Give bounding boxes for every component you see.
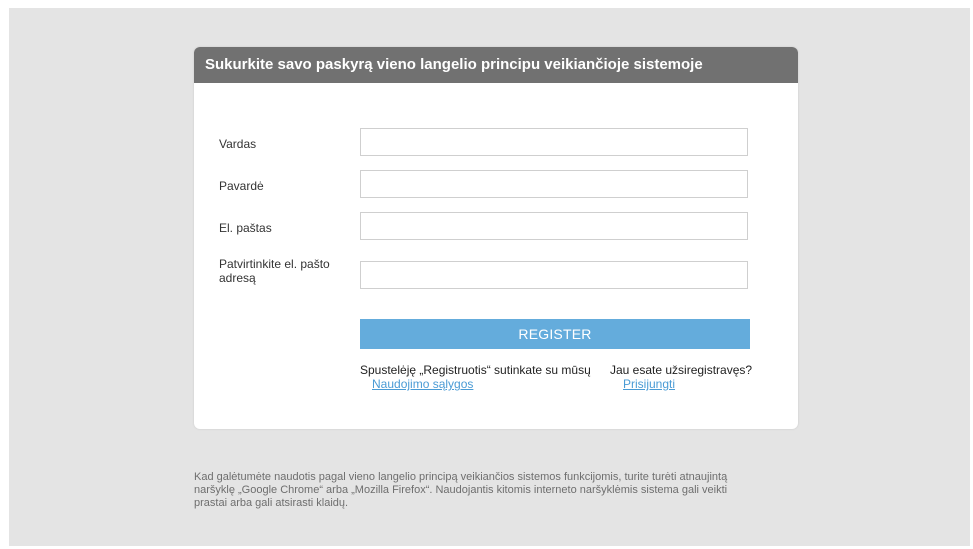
confirm-email-label-line1: Patvirtinkite el. pašto <box>219 257 330 271</box>
browser-notice-line2: naršyklę „Google Chrome“ arba „Mozilla F… <box>194 484 728 496</box>
confirm-email-input[interactable] <box>360 261 748 289</box>
browser-notice: Kad galėtumėte naudotis pagal vieno lang… <box>194 471 804 510</box>
form-title: Sukurkite savo paskyrą vieno langelio pr… <box>205 56 703 73</box>
terms-link[interactable]: Naudojimo sąlygos <box>372 377 473 391</box>
last-name-label: Pavardė <box>219 179 264 193</box>
email-label: El. paštas <box>219 221 272 235</box>
last-name-input[interactable] <box>360 170 748 198</box>
login-link[interactable]: Prisijungti <box>623 377 675 391</box>
already-registered-text: Jau esate užsiregistravęs? <box>610 363 753 377</box>
browser-notice-line3: prastai arba gali atsirasti klaidų. <box>194 497 349 509</box>
confirm-email-label-line2: adresą <box>219 271 256 285</box>
confirm-email-label: Patvirtinkite el. pašto adresą <box>219 257 330 285</box>
terms-text: Spustelėję „Registruotis“ sutinkate su m… <box>360 363 591 377</box>
first-name-label: Vardas <box>219 137 257 151</box>
email-input[interactable] <box>360 212 748 240</box>
browser-notice-line1: Kad galėtumėte naudotis pagal vieno lang… <box>194 471 728 483</box>
first-name-input[interactable] <box>360 128 748 156</box>
register-button[interactable]: REGISTER <box>360 319 750 349</box>
registration-card: Sukurkite savo paskyrą vieno langelio pr… <box>194 47 798 429</box>
card-header: Sukurkite savo paskyrą vieno langelio pr… <box>194 47 798 83</box>
